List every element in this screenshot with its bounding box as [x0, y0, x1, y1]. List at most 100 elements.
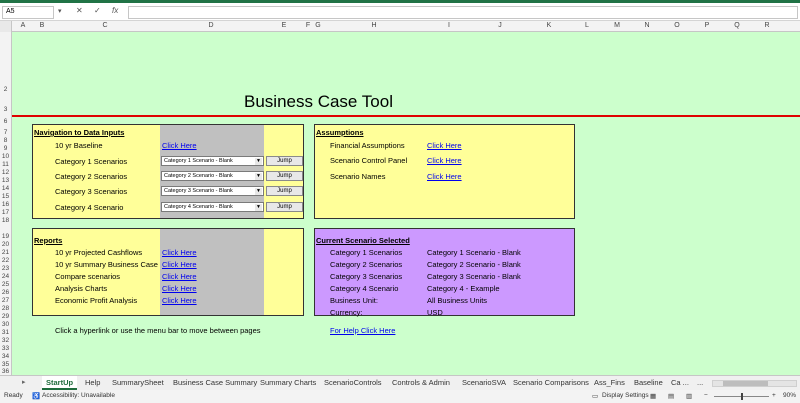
column-header-l[interactable]: L [572, 22, 602, 29]
select-all-corner[interactable] [0, 21, 12, 32]
column-header-d[interactable]: D [158, 22, 264, 29]
row-header[interactable]: 11 [0, 161, 11, 168]
column-header-j[interactable]: J [474, 22, 526, 29]
more-sheets-button[interactable]: ... [697, 376, 703, 390]
financial-assumptions-link[interactable]: Click Here [427, 141, 462, 150]
column-header-c[interactable]: C [52, 22, 158, 29]
zoom-in-icon[interactable]: + [772, 392, 776, 399]
column-header-e[interactable]: E [264, 22, 304, 29]
column-header-q[interactable]: Q [722, 22, 752, 29]
row-header[interactable]: 18 [0, 217, 11, 224]
scrollbar-thumb[interactable] [723, 381, 768, 386]
tab-controls-admin[interactable]: Controls & Admin [392, 376, 450, 390]
row-header[interactable]: 8 [0, 137, 11, 144]
tab-help[interactable]: Help [85, 376, 100, 390]
tab-ass-fins[interactable]: Ass_Fins [594, 376, 625, 390]
zoom-slider-thumb[interactable] [741, 393, 743, 400]
tab-scenario-controls[interactable]: ScenarioControls [324, 376, 382, 390]
jump-button-cat3[interactable]: Jump [266, 186, 303, 196]
summary-business-case-link[interactable]: Click Here [162, 260, 197, 269]
tab-more[interactable]: Ca ... [671, 376, 689, 390]
column-header-r[interactable]: R [752, 22, 782, 29]
page-layout-icon[interactable]: ▤ [668, 392, 674, 400]
row-header[interactable]: 22 [0, 257, 11, 264]
column-header-n[interactable]: N [632, 22, 662, 29]
row-header[interactable]: 35 [0, 361, 11, 368]
cat2-scenario-select[interactable]: Category 2 Scenario - Blank ▼ [161, 171, 264, 181]
row-header[interactable]: 28 [0, 305, 11, 312]
name-box[interactable]: A5 [2, 6, 54, 19]
row-header[interactable]: 29 [0, 313, 11, 320]
horizontal-scrollbar[interactable] [712, 380, 797, 387]
baseline-link[interactable]: Click Here [162, 141, 197, 150]
column-header-a[interactable]: A [14, 22, 32, 29]
zoom-level[interactable]: 90% [783, 392, 796, 399]
column-header-o[interactable]: O [662, 22, 692, 29]
display-settings-icon[interactable]: ▭ [592, 392, 598, 400]
column-header-p[interactable]: P [692, 22, 722, 29]
column-header-h[interactable]: H [324, 22, 424, 29]
row-header[interactable]: 2 [0, 86, 11, 93]
projected-cashflows-link[interactable]: Click Here [162, 248, 197, 257]
column-header-b[interactable]: B [32, 22, 52, 29]
tab-business-case-summary[interactable]: Business Case Summary [173, 376, 257, 390]
tab-startup[interactable]: StartUp [42, 376, 78, 390]
row-header[interactable]: 16 [0, 201, 11, 208]
row-header[interactable]: 10 [0, 153, 11, 160]
jump-button-cat4[interactable]: Jump [266, 202, 303, 212]
row-header[interactable]: 6 [0, 118, 11, 125]
help-link[interactable]: For Help Click Here [330, 326, 395, 335]
accessibility-status[interactable]: Accessibility: Unavailable [42, 392, 115, 399]
tab-summary-sheet[interactable]: SummarySheet [112, 376, 164, 390]
confirm-icon[interactable]: ✓ [94, 6, 101, 15]
scenario-control-link[interactable]: Click Here [427, 156, 462, 165]
row-header[interactable]: 17 [0, 209, 11, 216]
cat1-scenario-select[interactable]: Category 1 Scenario - Blank ▼ [161, 156, 264, 166]
row-header[interactable]: 31 [0, 329, 11, 336]
page-break-icon[interactable]: ▥ [686, 392, 692, 400]
row-header[interactable]: 25 [0, 281, 11, 288]
jump-button-cat1[interactable]: Jump [266, 156, 303, 166]
row-header[interactable]: 3 [0, 106, 11, 113]
name-box-dropdown-icon[interactable]: ▾ [58, 7, 62, 15]
row-header[interactable]: 26 [0, 289, 11, 296]
display-settings[interactable]: Display Settings [602, 392, 649, 399]
row-header[interactable]: 30 [0, 321, 11, 328]
tab-scenario-comparisons[interactable]: Scenario Comparisons [513, 376, 589, 390]
row-header[interactable]: 15 [0, 193, 11, 200]
tab-baseline[interactable]: Baseline [634, 376, 663, 390]
row-header[interactable]: 23 [0, 265, 11, 272]
column-header-g[interactable]: G [312, 22, 324, 29]
row-header[interactable]: 33 [0, 345, 11, 352]
cat3-scenario-select[interactable]: Category 3 Scenario - Blank ▼ [161, 186, 264, 196]
scenario-names-link[interactable]: Click Here [427, 172, 462, 181]
row-header[interactable]: 12 [0, 169, 11, 176]
column-header-m[interactable]: M [602, 22, 632, 29]
column-header-k[interactable]: K [526, 22, 572, 29]
row-header[interactable]: 32 [0, 337, 11, 344]
compare-scenarios-link[interactable]: Click Here [162, 272, 197, 281]
zoom-out-icon[interactable]: − [704, 392, 708, 399]
row-header[interactable]: 13 [0, 177, 11, 184]
insert-function-icon[interactable]: fx [112, 6, 118, 15]
row-header[interactable]: 7 [0, 129, 11, 136]
analysis-charts-link[interactable]: Click Here [162, 284, 197, 293]
cancel-icon[interactable]: ✕ [76, 6, 83, 15]
row-header[interactable]: 14 [0, 185, 11, 192]
tab-summary-charts[interactable]: Summary Charts [260, 376, 316, 390]
column-header-i[interactable]: I [424, 22, 474, 29]
normal-view-icon[interactable]: ▦ [650, 392, 656, 400]
formula-input[interactable] [128, 6, 798, 19]
tab-scenario-sva[interactable]: ScenarioSVA [462, 376, 506, 390]
economic-profit-link[interactable]: Click Here [162, 296, 197, 305]
row-header[interactable]: 19 [0, 233, 11, 240]
tab-scroll-right-icon[interactable]: ▸ [22, 378, 26, 386]
cat4-scenario-select[interactable]: Category 4 Scenario - Blank ▼ [161, 202, 264, 212]
jump-button-cat2[interactable]: Jump [266, 171, 303, 181]
row-header[interactable]: 36 [0, 368, 11, 375]
row-header[interactable]: 27 [0, 297, 11, 304]
row-header[interactable]: 20 [0, 241, 11, 248]
column-header-f[interactable]: F [304, 22, 312, 29]
row-header[interactable]: 9 [0, 145, 11, 152]
row-header[interactable]: 21 [0, 249, 11, 256]
